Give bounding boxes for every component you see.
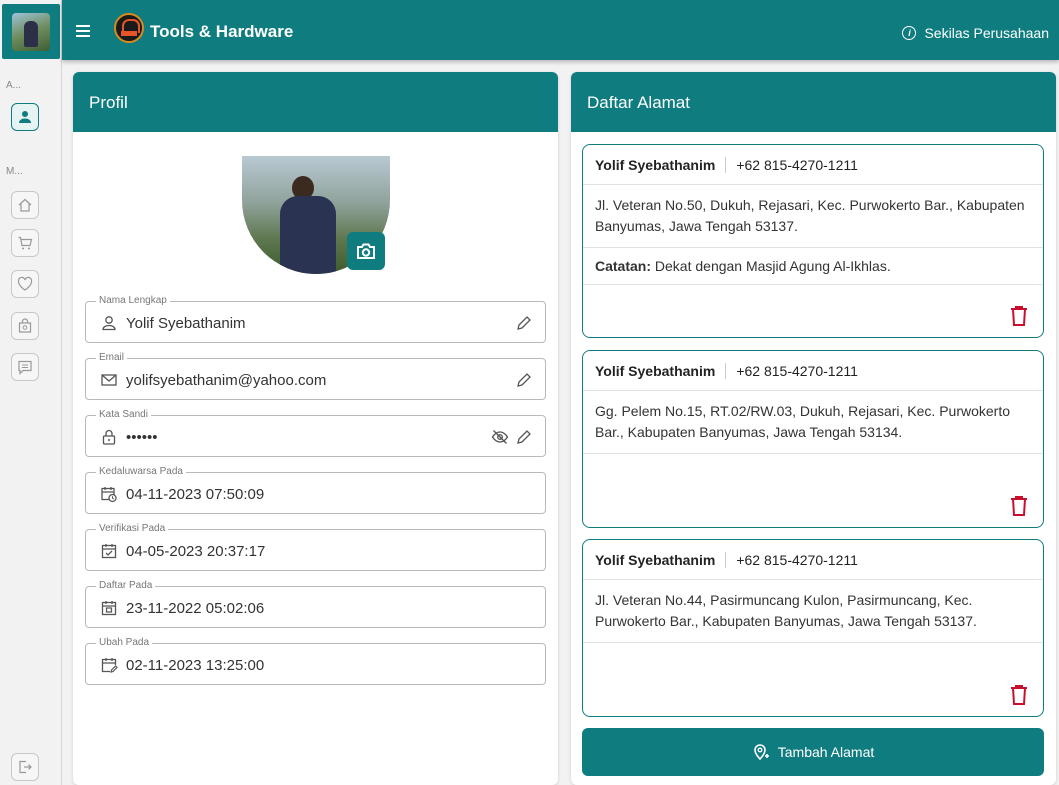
field-label: Nama Lengkap xyxy=(96,295,170,306)
chat-icon xyxy=(18,360,32,375)
rail-section-label: M... xyxy=(6,166,23,177)
camera-icon xyxy=(357,243,375,259)
field-value: Yolif Syebathanim xyxy=(126,315,246,332)
lock-icon xyxy=(102,429,116,445)
recipient-name: Yolif Syebathanim xyxy=(595,362,727,379)
brand-logo xyxy=(114,13,144,43)
hamburger-menu-icon[interactable] xyxy=(76,25,90,37)
full-name-field[interactable]: Nama Lengkap Yolif Syebathanim xyxy=(85,295,546,343)
company-overview-label: Sekilas Perusahaan xyxy=(924,25,1049,41)
recipient-name: Yolif Syebathanim xyxy=(595,551,727,568)
add-address-button[interactable]: Tambah Alamat xyxy=(582,728,1044,776)
top-app-bar: Tools & Hardware i Sekilas Perusahaan xyxy=(62,0,1059,60)
field-value: 23-11-2022 05:02:06 xyxy=(126,600,265,617)
field-label: Verifikasi Pada xyxy=(96,523,169,534)
pencil-icon[interactable] xyxy=(515,371,533,389)
app-title: Tools & Hardware xyxy=(150,22,294,41)
cart-icon xyxy=(18,236,33,250)
rail-profile-button[interactable] xyxy=(11,103,39,131)
rail-messages-button[interactable] xyxy=(11,353,39,381)
address-panel: Daftar Alamat Yolif Syebathanim +62 815-… xyxy=(571,72,1056,785)
rail-orders-button[interactable] xyxy=(11,312,39,340)
field-value: yolifsyebathanim@yahoo.com xyxy=(126,372,327,389)
address-card: Yolif Syebathanim +62 815-4270-1211 Jl. … xyxy=(582,539,1044,717)
address-text: Jl. Veteran No.50, Dukuh, Rejasari, Kec.… xyxy=(583,185,1043,248)
rail-logout-button[interactable] xyxy=(11,753,39,781)
field-label: Ubah Pada xyxy=(96,637,153,648)
pencil-icon[interactable] xyxy=(515,428,533,446)
field-value: •••••• xyxy=(126,429,158,446)
address-card: Yolif Syebathanim +62 815-4270-1211 Gg. … xyxy=(582,350,1044,528)
field-label: Daftar Pada xyxy=(96,580,156,591)
info-icon: i xyxy=(902,26,917,40)
add-location-icon xyxy=(753,744,769,761)
logout-icon xyxy=(19,760,32,774)
calendar-icon xyxy=(101,601,117,616)
expires-at-field: Kedaluwarsa Pada 04-11-2023 07:50:09 xyxy=(85,466,546,514)
calendar-edit-icon xyxy=(101,658,118,673)
rail-cart-button[interactable] xyxy=(11,229,39,257)
profile-panel-title: Profil xyxy=(73,72,558,132)
recipient-phone: +62 815-4270-1211 xyxy=(736,551,858,568)
recipient-phone: +62 815-4270-1211 xyxy=(736,362,858,379)
rail-section-label: A... xyxy=(6,80,22,91)
mail-icon xyxy=(101,374,117,386)
address-text: Gg. Pelem No.15, RT.02/RW.03, Dukuh, Rej… xyxy=(583,391,1043,454)
user-icon xyxy=(19,111,31,123)
field-label: Kedaluwarsa Pada xyxy=(96,466,186,477)
field-value: 04-05-2023 20:37:17 xyxy=(126,543,266,560)
avatar-image xyxy=(12,12,50,51)
field-value: 02-11-2023 13:25:00 xyxy=(126,657,265,674)
change-photo-button[interactable] xyxy=(347,232,385,270)
rail-home-button[interactable] xyxy=(11,191,39,219)
verified-at-field: Verifikasi Pada 04-05-2023 20:37:17 xyxy=(85,523,546,571)
shopping-bag-search-icon xyxy=(18,318,32,333)
updated-at-field: Ubah Pada 02-11-2023 13:25:00 xyxy=(85,637,546,685)
calendar-clock-icon xyxy=(101,487,117,503)
email-field[interactable]: Email yolifsyebathanim@yahoo.com xyxy=(85,352,546,400)
calendar-check-icon xyxy=(101,544,117,559)
home-icon xyxy=(18,198,32,212)
recipient-phone: +62 815-4270-1211 xyxy=(736,156,858,173)
address-card: Yolif Syebathanim +62 815-4270-1211 Jl. … xyxy=(582,144,1044,338)
rail-avatar[interactable] xyxy=(2,4,60,59)
eye-off-icon[interactable] xyxy=(491,428,509,446)
registered-at-field: Daftar Pada 23-11-2022 05:02:06 xyxy=(85,580,546,628)
user-icon xyxy=(102,316,116,331)
profile-photo xyxy=(242,156,390,274)
side-rail: A... M... xyxy=(0,0,62,785)
profile-panel: Profil Nama Lengkap Yolif Syebathanim Em… xyxy=(73,72,558,785)
add-address-label: Tambah Alamat xyxy=(777,744,875,760)
note-label: Catatan: xyxy=(595,258,652,274)
note-text: Dekat dengan Masjid Agung Al-Ikhlas. xyxy=(651,258,891,274)
recipient-name: Yolif Syebathanim xyxy=(595,156,727,173)
field-value: 04-11-2023 07:50:09 xyxy=(126,486,265,503)
delete-address-icon[interactable] xyxy=(1009,495,1029,517)
delete-address-icon[interactable] xyxy=(1009,305,1029,327)
rail-wishlist-button[interactable] xyxy=(11,270,39,298)
address-text: Jl. Veteran No.44, Pasirmuncang Kulon, P… xyxy=(583,580,1043,643)
field-label: Email xyxy=(96,352,128,363)
heart-icon xyxy=(17,276,33,291)
password-field[interactable]: Kata Sandi •••••• xyxy=(85,409,546,457)
address-panel-title: Daftar Alamat xyxy=(571,72,1056,132)
field-label: Kata Sandi xyxy=(96,409,151,420)
delete-address-icon[interactable] xyxy=(1009,684,1029,706)
pencil-icon[interactable] xyxy=(515,314,533,332)
company-overview-link[interactable]: i Sekilas Perusahaan xyxy=(902,25,1049,41)
address-note: Catatan: Dekat dengan Masjid Agung Al-Ik… xyxy=(583,248,1043,285)
